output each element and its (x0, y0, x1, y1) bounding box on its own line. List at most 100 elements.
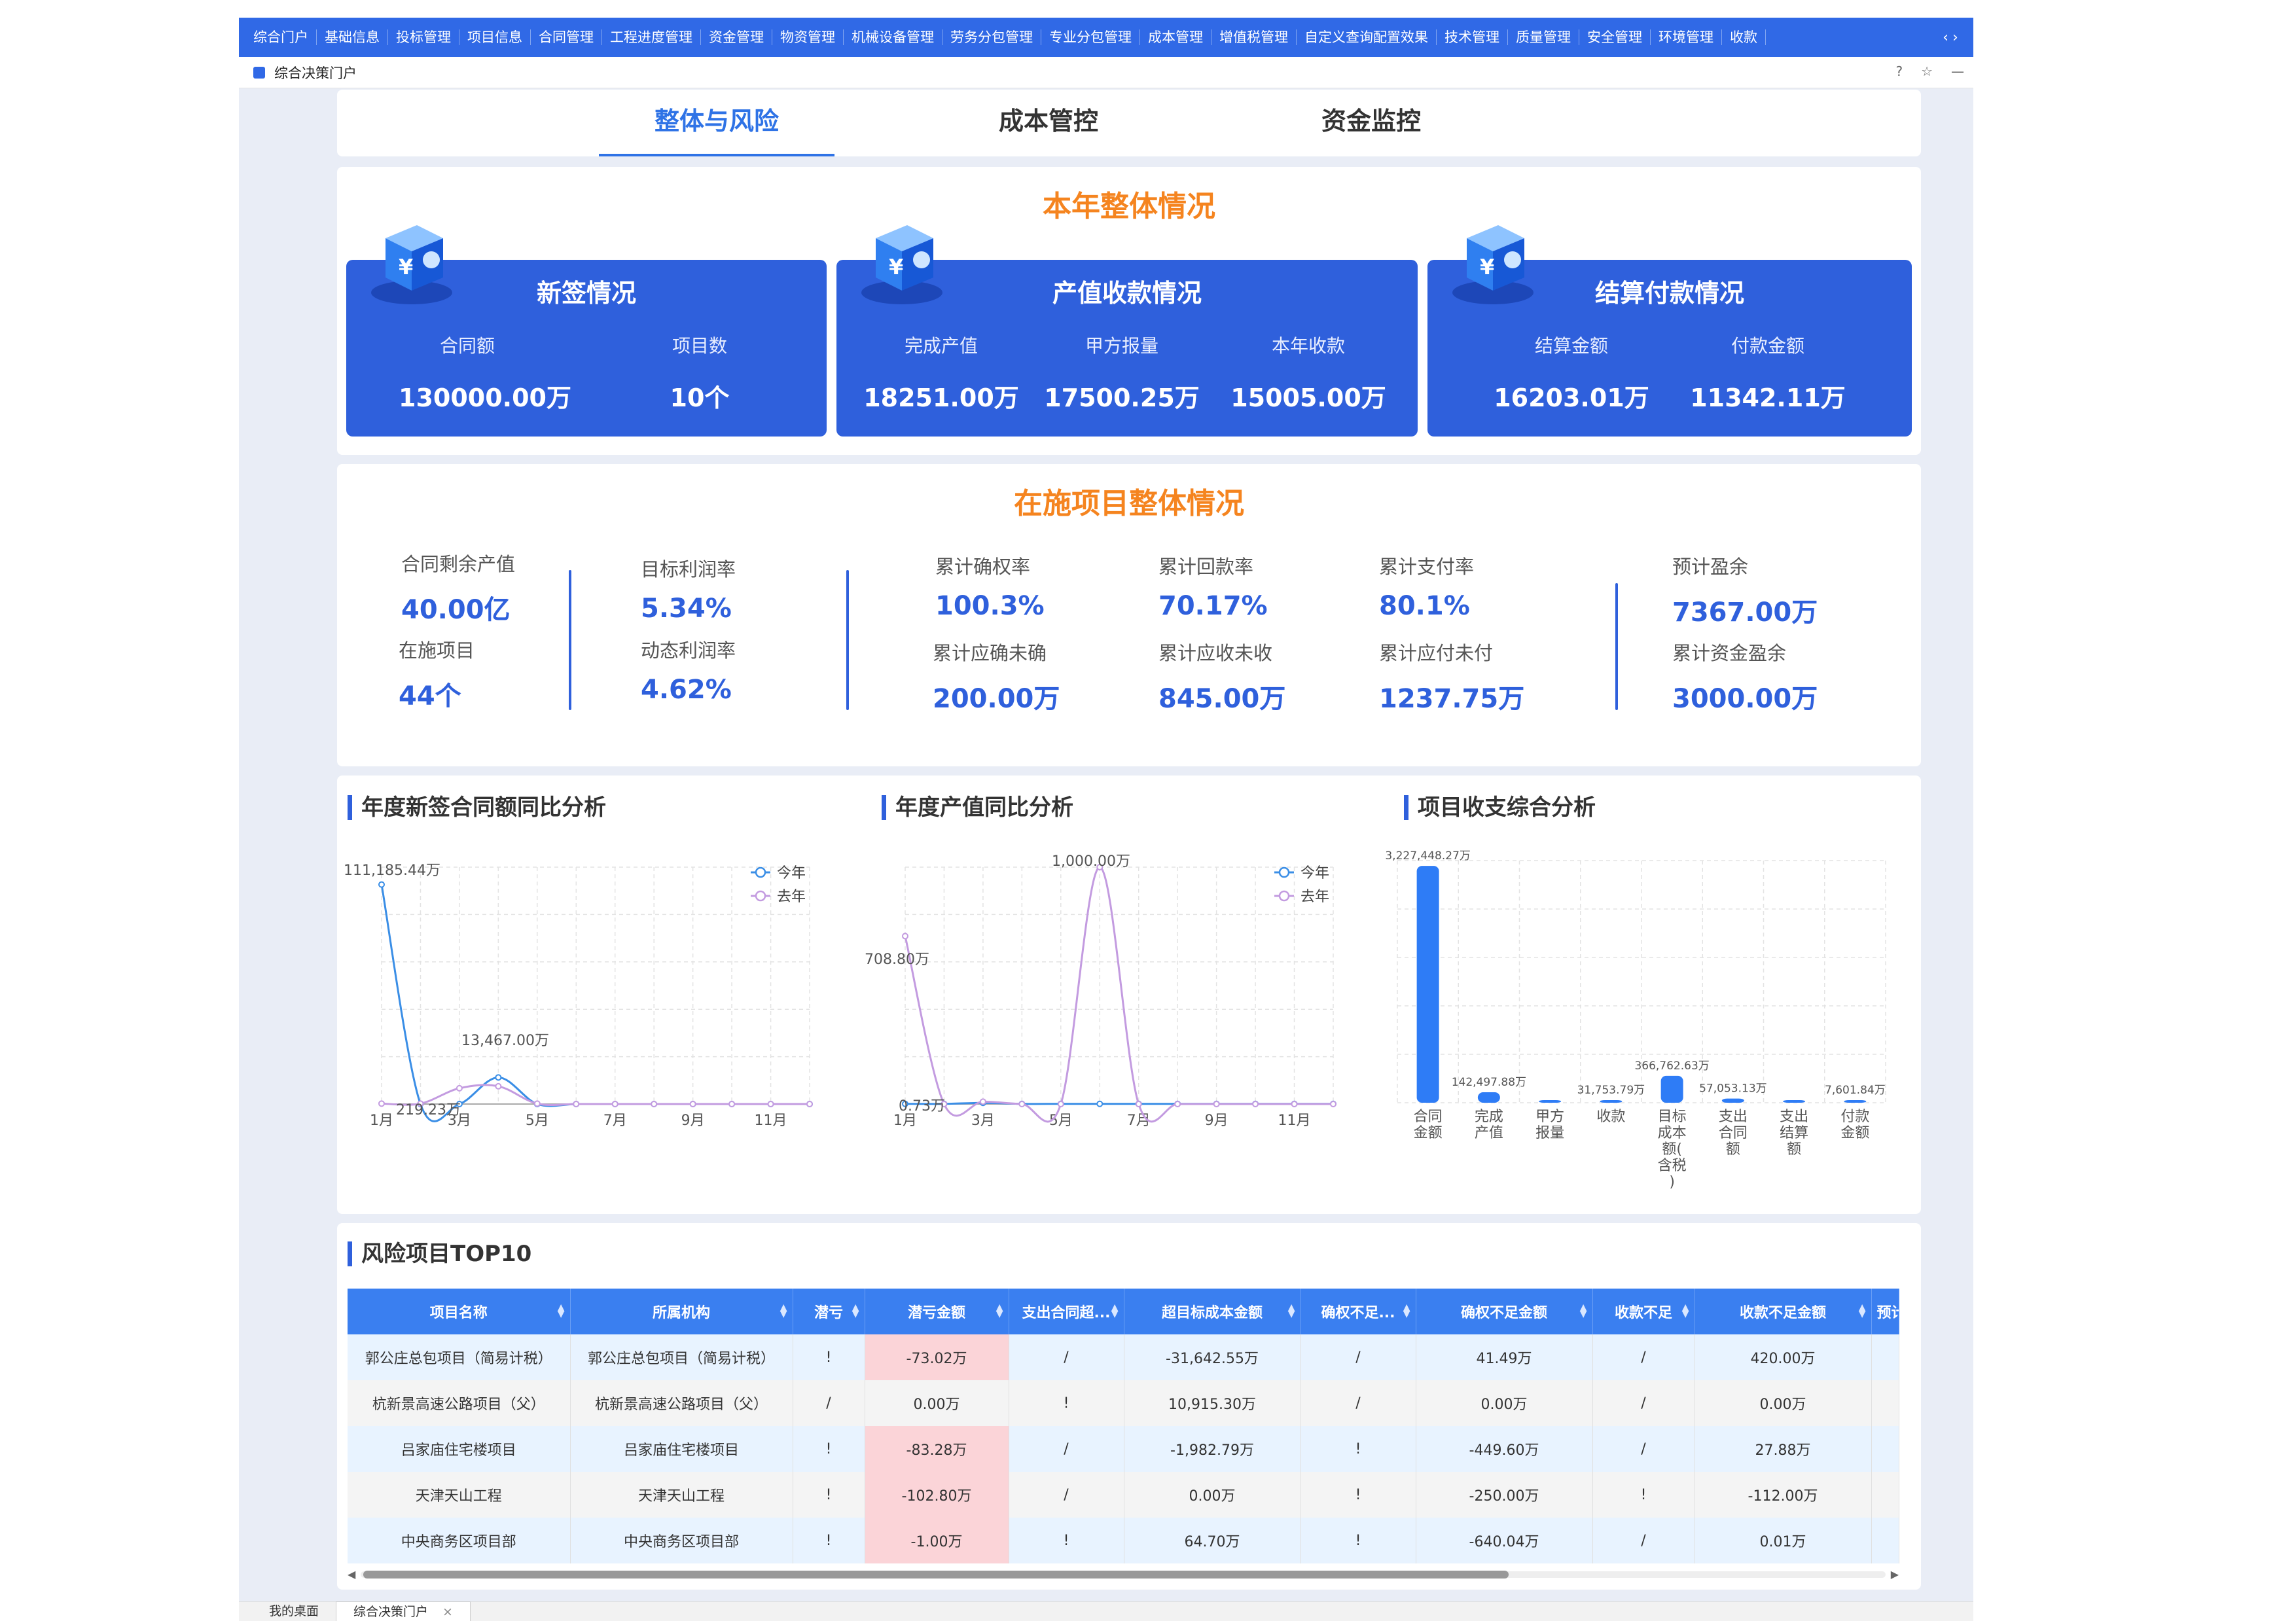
table-row[interactable]: 郭公庄总包项目（简易计税） 郭公庄总包项目（简易计税）! -73.02万 / -31,6… (348, 1334, 1899, 1380)
column-label: 收款不足金额 (1739, 1305, 1826, 1321)
column-header[interactable]: 项目名称 ▲ ▼ (348, 1289, 571, 1334)
tab-cost-control[interactable]: 成本管控 (931, 104, 1166, 156)
column-header[interactable]: 支出合同超... ▲ ▼ (1009, 1289, 1124, 1334)
risk-table: 项目名称 ▲ ▼ 所属机构 ▲ ▼ 潜亏 ▲ ▼ 潜亏金额 ▲ ▼ 支出合同超... ▲ ▼ 超目标… (348, 1289, 1899, 1563)
sort-icon[interactable]: ▲ ▼ (996, 1303, 1003, 1319)
sort-icon[interactable]: ▲ ▼ (558, 1303, 565, 1319)
nav-item[interactable]: 投标管理 (388, 29, 459, 45)
table-cell: / (1009, 1472, 1124, 1518)
nav-item[interactable]: 增值税管理 (1211, 29, 1297, 45)
sort-icon[interactable]: ▲ ▼ (780, 1303, 787, 1319)
output-yoy-chart: 1月 3月 5月 7月 9月 11月今年去年1,000.00万708.80万0.73万 (865, 853, 1336, 1129)
title-bar-tools: ? ☆ — (1895, 63, 1964, 79)
scroll-thumb[interactable] (363, 1571, 1509, 1578)
table-cell: ! (793, 1426, 865, 1472)
sort-icon[interactable]: ▲ ▼ (852, 1303, 859, 1319)
minimize-icon[interactable]: — (1951, 63, 1964, 79)
metric-ongoing-projects: 在施项目 44个 (399, 635, 475, 713)
nav-item[interactable]: 技术管理 (1437, 29, 1508, 45)
bottom-tab-portal[interactable]: 综合决策门户 × (336, 1601, 471, 1621)
nav-item[interactable]: 自定义查询配置效果 (1297, 29, 1437, 45)
series-point (611, 1101, 619, 1107)
table-row[interactable]: 中央商务区项目部 中央商务区项目部! -1.00万! 64.70万! -640.04万 /… (348, 1518, 1899, 1563)
nav-scroll-arrows: ‹ › (1928, 18, 1973, 57)
tab-fund-monitor[interactable]: 资金监控 (1253, 104, 1489, 156)
series-point (495, 1074, 502, 1081)
sort-icon[interactable]: ▲ ▼ (1859, 1303, 1866, 1319)
legend-label: 今年 (777, 865, 806, 882)
top-navigation: 综合门户 基础信息 投标管理 项目信息 合同管理 工程进度管理 资金管理 物资管… (239, 18, 1973, 57)
nav-item[interactable]: 机械设备管理 (844, 29, 942, 45)
metric-value: 10个 (670, 383, 730, 412)
nav-item[interactable]: 专业分包管理 (1041, 29, 1140, 45)
column-header[interactable]: 潜亏金额 ▲ ▼ (865, 1289, 1009, 1334)
metric-owner-report: 甲方报量 17500.25万 (1043, 332, 1200, 414)
sort-icon[interactable]: ▲ ▼ (1111, 1303, 1119, 1319)
nav-item[interactable]: 物资管理 (772, 29, 844, 45)
table-cell (1871, 1518, 1899, 1563)
nav-item[interactable]: 劳务分包管理 (942, 29, 1041, 45)
column-label: 确权不足... (1321, 1305, 1395, 1321)
chevron-left-icon[interactable]: ‹ (1943, 29, 1948, 46)
table-cell: -1.00万 (865, 1518, 1009, 1563)
scroll-left-icon[interactable]: ◀ (348, 1568, 355, 1580)
metric-label: 累计支付率 (1379, 556, 1475, 578)
table-row[interactable]: 杭新景高速公路项目（父） 杭新景高速公路项目（父）/0.00万! 10,915.30… (348, 1380, 1899, 1426)
divider (846, 570, 849, 710)
sort-icon[interactable]: ▲ ▼ (1580, 1303, 1587, 1319)
table-header-row: 项目名称 ▲ ▼ 所属机构 ▲ ▼ 潜亏 ▲ ▼ 潜亏金额 ▲ ▼ 支出合同超... ▲ ▼ 超目标… (348, 1289, 1899, 1334)
bottom-tab-desktop[interactable]: 我的桌面 (252, 1601, 336, 1621)
nav-item[interactable]: 质量管理 (1508, 29, 1579, 45)
chevron-right-icon[interactable]: › (1952, 29, 1958, 46)
nav-item[interactable]: 合同管理 (531, 29, 602, 45)
table-cell: 中央商务区项目部 (570, 1518, 793, 1563)
column-header[interactable]: 超目标成本金额 ▲ ▼ (1124, 1289, 1301, 1334)
metric-project-count: 项目数 10个 (634, 332, 765, 414)
nav-item[interactable]: 项目信息 (459, 29, 531, 45)
help-icon[interactable]: ? (1895, 63, 1903, 79)
horizontal-scrollbar[interactable]: ◀ ▶ (348, 1568, 1899, 1580)
column-header[interactable]: 所属机构 ▲ ▼ (570, 1289, 793, 1334)
tab-overall-risk[interactable]: 整体与风险 (599, 104, 834, 156)
nav-item[interactable]: 成本管理 (1140, 29, 1211, 45)
series-point (1174, 1101, 1181, 1107)
nav-item[interactable]: 环境管理 (1651, 29, 1722, 45)
metric-cum-receivable: 累计应收未收 845.00万 (1158, 638, 1285, 715)
table-row[interactable]: 吕家庙住宅楼项目 吕家庙住宅楼项目! -83.28万 / -1,982.79万! -449… (348, 1426, 1899, 1472)
table-cell: 41.49万 (1416, 1334, 1593, 1380)
data-label: 0.73万 (899, 1098, 945, 1115)
table-cell: / (1009, 1426, 1124, 1472)
scroll-right-icon[interactable]: ▶ (1891, 1568, 1899, 1580)
nav-item[interactable]: 工程进度管理 (602, 29, 701, 45)
metric-settlement-amount: 结算金额 16203.01万 (1493, 332, 1650, 414)
table-row[interactable]: 天津天山工程 天津天山工程! -102.80万/0.00万! -250.00万! -11… (348, 1472, 1899, 1518)
nav-item[interactable]: 综合门户 (245, 29, 317, 45)
nav-item[interactable]: 资金管理 (701, 29, 772, 45)
sort-icon[interactable]: ▲ ▼ (1403, 1303, 1410, 1319)
income-expense-chart: 3,227,448.27万合同金额142,497.88万完成产值甲方报量31,7… (1385, 849, 1886, 1190)
nav-item[interactable]: 收款 (1722, 29, 1766, 45)
metric-value: 100.3% (935, 591, 1045, 621)
column-header[interactable]: 确权不足金额 ▲ ▼ (1416, 1289, 1593, 1334)
nav-item[interactable]: 基础信息 (317, 29, 388, 45)
column-header[interactable]: 潜亏 ▲ ▼ (793, 1289, 865, 1334)
column-header[interactable]: 收款不足 ▲ ▼ (1592, 1289, 1695, 1334)
star-icon[interactable]: ☆ (1921, 63, 1933, 79)
x-tick-label: 3月 (971, 1113, 995, 1129)
category-label: ) (1669, 1174, 1675, 1190)
series-point (495, 1082, 502, 1090)
nav-item[interactable]: 安全管理 (1579, 29, 1651, 45)
sort-icon[interactable]: ▲ ▼ (1682, 1303, 1689, 1319)
series-point (902, 933, 908, 940)
settlement-payment-card: ¥ 结算付款情况 结算金额 16203.01万 付款金额 11342.11万 (1427, 225, 1912, 437)
metric-label: 结算金额 (1534, 335, 1608, 357)
column-header[interactable]: 预计 (1871, 1289, 1899, 1334)
close-icon[interactable]: × (442, 1605, 453, 1619)
table-cell: 0.00万 (1124, 1472, 1301, 1518)
series-point (1057, 1101, 1064, 1107)
column-header[interactable]: 收款不足金额 ▲ ▼ (1695, 1289, 1872, 1334)
table-cell: / (1009, 1334, 1124, 1380)
column-header[interactable]: 确权不足... ▲ ▼ (1300, 1289, 1416, 1334)
table-cell: / (1592, 1518, 1695, 1563)
sort-icon[interactable]: ▲ ▼ (1288, 1303, 1295, 1319)
